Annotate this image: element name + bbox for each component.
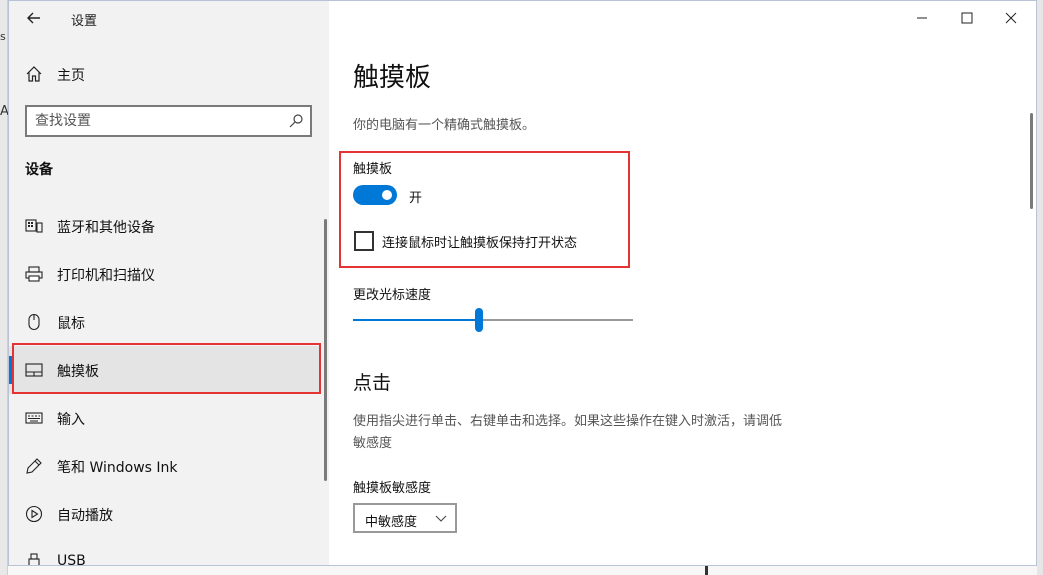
sidebar-item-autoplay[interactable]: 自动播放 <box>9 490 319 538</box>
keep-touchpad-on-checkbox[interactable] <box>354 231 374 251</box>
cursor-speed-slider[interactable] <box>353 307 633 333</box>
cursor-speed-label: 更改光标速度 <box>353 288 432 303</box>
close-button[interactable] <box>996 7 1026 29</box>
sidebar-item-pen[interactable]: 笔和 Windows Ink <box>9 442 319 490</box>
autoplay-icon <box>25 505 43 523</box>
sidebar-item-label: 笔和 Windows Ink <box>57 460 178 476</box>
sidebar-item-touchpad[interactable]: 触摸板 <box>9 346 319 394</box>
search-box[interactable] <box>25 105 312 137</box>
slider-track-fill <box>353 319 479 321</box>
printer-icon <box>25 266 43 282</box>
sidebar-item-label: 打印机和扫描仪 <box>57 268 155 284</box>
chevron-down-icon <box>435 515 447 522</box>
minimize-icon <box>917 17 927 19</box>
minimize-button[interactable] <box>907 7 937 29</box>
background-window-edge: s A <box>0 0 9 575</box>
sidebar-item-label: 蓝牙和其他设备 <box>57 220 155 236</box>
keyboard-icon <box>25 412 43 424</box>
toggle-state-text: 开 <box>409 191 423 206</box>
settings-window: 设置 主页 设备 蓝牙和其他设备 <box>8 0 1037 566</box>
background-window-bottom <box>8 566 1038 575</box>
sidebar-item-label: 鼠标 <box>57 316 85 332</box>
touchpad-toggle[interactable] <box>353 185 397 205</box>
sensitivity-selected-value: 中敏感度 <box>365 515 418 530</box>
app-title: 设置 <box>71 14 98 29</box>
sidebar-item-printers[interactable]: 打印机和扫描仪 <box>9 250 319 298</box>
maximize-icon <box>961 12 973 24</box>
sidebar-item-label: 主页 <box>57 68 85 84</box>
sidebar-item-usb[interactable]: USB <box>9 538 319 566</box>
toggle-knob <box>382 190 392 200</box>
sidebar-scrollbar[interactable] <box>324 219 327 481</box>
sidebar-item-mouse[interactable]: 鼠标 <box>9 298 319 346</box>
keep-touchpad-on-label[interactable]: 连接鼠标时让触摸板保持打开状态 <box>382 232 577 251</box>
sidebar: 设置 主页 设备 蓝牙和其他设备 <box>9 1 329 566</box>
mouse-icon <box>28 313 40 331</box>
sensitivity-label: 触摸板敏感度 <box>353 481 432 496</box>
search-icon[interactable] <box>288 113 304 129</box>
page-title: 触摸板 <box>353 63 432 93</box>
touchpad-icon <box>25 363 43 377</box>
home-icon <box>26 66 42 82</box>
touchpad-setting-label: 触摸板 <box>353 162 393 177</box>
sidebar-item-home[interactable]: 主页 <box>9 57 329 93</box>
content-scrollbar[interactable] <box>1030 113 1033 209</box>
usb-icon <box>28 553 40 565</box>
click-section-description: 使用指尖进行单击、右键单击和选择。如果这些操作在键入时激活，请调低敏感度 <box>353 414 783 451</box>
slider-track <box>479 319 633 321</box>
search-input[interactable] <box>35 112 275 130</box>
content-pane: 触摸板 你的电脑有一个精确式触摸板。 触摸板 开 连接鼠标时让触摸板保持打开状态… <box>329 1 1036 565</box>
page-description: 你的电脑有一个精确式触摸板。 <box>353 118 536 133</box>
close-icon <box>1005 12 1017 24</box>
sidebar-item-label: 输入 <box>57 412 85 428</box>
background-window-right <box>1037 0 1043 575</box>
pen-icon <box>26 458 42 474</box>
section-title: 设备 <box>25 162 53 178</box>
back-arrow-icon <box>27 12 40 24</box>
slider-thumb[interactable] <box>475 308 483 332</box>
background-text-fragment: s <box>0 30 6 43</box>
click-section-title: 点击 <box>353 372 392 394</box>
back-button[interactable] <box>23 7 45 29</box>
sidebar-item-label: 触摸板 <box>57 364 99 380</box>
sidebar-item-typing[interactable]: 输入 <box>9 394 319 442</box>
sidebar-item-bluetooth[interactable]: 蓝牙和其他设备 <box>9 202 319 250</box>
sensitivity-dropdown[interactable]: 中敏感度 <box>353 503 457 533</box>
sidebar-item-label: USB <box>57 553 86 566</box>
sidebar-item-label: 自动播放 <box>57 508 113 524</box>
bluetooth-devices-icon <box>25 219 43 233</box>
maximize-button[interactable] <box>952 7 982 29</box>
background-window-bar <box>705 566 708 575</box>
